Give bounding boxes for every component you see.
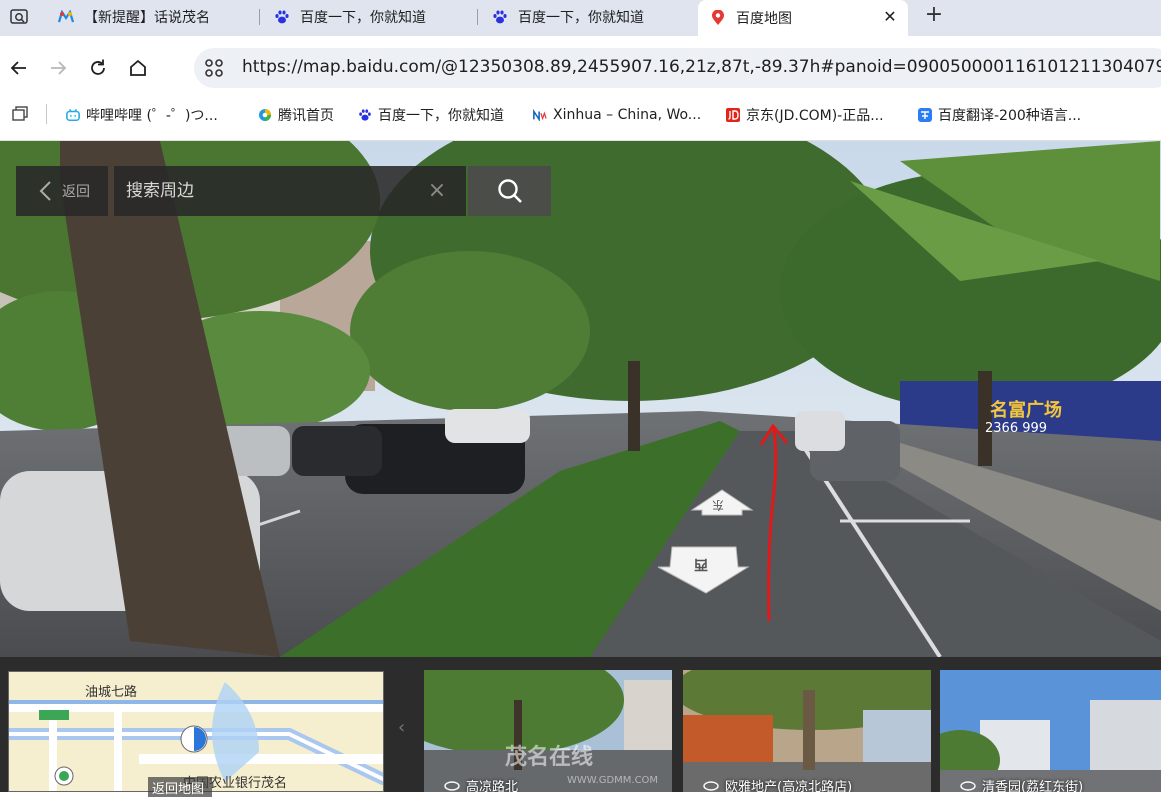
mini-map-road-label: 油城七路 [85, 685, 138, 700]
bookmark-baidu[interactable]: 百度一下，你就知道 [358, 104, 504, 126]
tab-baidu-2[interactable]: 百度一下，你就知道 [480, 0, 694, 34]
chevron-left-icon[interactable]: ‹ [398, 717, 405, 738]
tab-strip: 【新提醒】话说茂名 百度一下，你就知道 百度一下，你就知道 百度地图 ✕ + [0, 0, 1161, 36]
search-icon [497, 179, 522, 203]
rotate-360-icon [703, 780, 719, 791]
tab-baidu-map[interactable]: 百度地图 ✕ [698, 0, 908, 36]
tab-separator [259, 9, 260, 25]
tab-title: 百度地图 [736, 11, 792, 27]
street-view-panorama[interactable]: 名富广场 2366 999 东 西 [0, 141, 1161, 657]
tab-maoming[interactable]: 【新提醒】话说茂名 [46, 0, 260, 34]
thumbnail-caption: 欧雅地产(高凉北路店) [703, 776, 852, 792]
back-button[interactable]: 返回 [16, 166, 108, 216]
thumbnail-image [683, 670, 931, 792]
maoming-favicon [58, 9, 74, 25]
red-route-arrow [759, 423, 789, 622]
bookmark-label: 百度一下，你就知道 [378, 108, 504, 124]
arrow-west-button[interactable]: 西 [656, 545, 750, 595]
pano-thumbnail-1[interactable]: 高凉路北 [424, 670, 672, 792]
toolbar: https://map.baidu.com/@12350308.89,24559… [0, 36, 1161, 96]
bookmark-label: 哔哩哔哩 (゜-゜)つ... [86, 108, 218, 124]
tencent-icon [258, 108, 272, 122]
back-to-map-button[interactable]: 返回地图 [148, 777, 213, 797]
tab-separator [477, 9, 478, 25]
address-bar[interactable]: https://map.baidu.com/@12350308.89,24559… [194, 48, 1161, 88]
bookmark-xinhua[interactable]: Xinhua – China, Wo... [533, 104, 701, 126]
bookmark-label: 京东(JD.COM)-正品... [746, 108, 884, 124]
home-button[interactable] [126, 56, 150, 80]
panorama-bottom-strip: 油城七路 中国农业银行茂名 返回地图 ‹ 高凉路北 欧雅地产(高凉北路店) 清香… [0, 657, 1161, 797]
site-info-icon[interactable] [204, 58, 224, 78]
new-tab-button[interactable]: + [922, 4, 946, 28]
billboard-brand: 名富广场 [990, 400, 1062, 421]
pano-thumbnail-2[interactable]: 欧雅地产(高凉北路店) [683, 670, 931, 792]
bilibili-icon [66, 108, 80, 122]
pano-thumbnail-3[interactable]: 清香园(荔红东街) [940, 670, 1161, 792]
arrow-east-label: 东 [712, 498, 725, 512]
site-watermark-url: WWW.GDMM.COM [567, 775, 659, 786]
xinhua-icon [533, 108, 547, 122]
thumbnail-caption: 高凉路北 [444, 776, 518, 792]
bookmark-bilibili[interactable]: 哔哩哔哩 (゜-゜)つ... [66, 104, 218, 126]
baidu-paw-icon [274, 9, 290, 25]
clear-icon[interactable]: × [426, 180, 448, 202]
back-label: 返回 [62, 184, 90, 200]
forward-button[interactable] [46, 56, 70, 80]
jd-icon [726, 108, 740, 122]
bookmarks-divider [46, 104, 47, 124]
search-button[interactable] [468, 166, 551, 216]
tab-title: 百度一下，你就知道 [300, 10, 426, 26]
bookmark-baidu-translate[interactable]: 百度翻译-200种语言... [918, 104, 1081, 126]
thumbnail-caption-text: 欧雅地产(高凉北路店) [725, 780, 853, 792]
arrow-east-button[interactable]: 东 [690, 488, 754, 516]
panorama-search-bar: 返回 × [16, 166, 551, 216]
baidu-paw-icon [358, 108, 372, 122]
close-tab-icon[interactable]: ✕ [882, 9, 898, 25]
thumbnail-caption-text: 清香园(荔红东街) [982, 780, 1084, 792]
bookmarks-bar: 哔哩哔哩 (゜-゜)つ... 腾讯首页 百度一下，你就知道 Xinhua – C… [0, 96, 1161, 141]
bookmark-jd[interactable]: 京东(JD.COM)-正品... [726, 104, 884, 126]
arrow-west-label: 西 [694, 556, 708, 572]
tab-groups-icon[interactable] [12, 106, 28, 122]
tab-baidu-1[interactable]: 百度一下，你就知道 [262, 0, 476, 34]
tab-title: 【新提醒】话说茂名 [84, 10, 210, 26]
tab-title: 百度一下，你就知道 [518, 10, 644, 26]
bookmark-tencent[interactable]: 腾讯首页 [258, 104, 334, 126]
thumbnail-image [940, 670, 1161, 792]
back-to-map-label: 返回地图 [152, 781, 205, 797]
baidu-translate-icon [918, 108, 932, 122]
url-text[interactable]: https://map.baidu.com/@12350308.89,24559… [242, 57, 1161, 77]
tab-search-icon[interactable] [6, 4, 32, 30]
thumbnail-image [424, 670, 672, 792]
bookmark-label: 百度翻译-200种语言... [938, 108, 1082, 124]
chevron-left-icon [39, 181, 51, 201]
baidu-paw-icon [492, 9, 508, 25]
thumbnail-caption: 清香园(荔红东街) [960, 776, 1083, 792]
rotate-360-icon [960, 780, 976, 791]
mini-map[interactable]: 油城七路 中国农业银行茂名 [8, 671, 384, 792]
billboard-phone: 2366 999 [985, 421, 1048, 436]
bookmark-label: 腾讯首页 [278, 108, 334, 124]
map-pin-icon [710, 10, 726, 26]
back-button[interactable] [7, 56, 31, 80]
bookmark-label: Xinhua – China, Wo... [553, 107, 702, 123]
thumbnail-caption-text: 高凉路北 [466, 780, 519, 792]
street-scene-image [0, 141, 1161, 657]
rotate-360-icon [444, 780, 460, 791]
reload-button[interactable] [86, 56, 110, 80]
site-watermark: 茂名在线 [505, 745, 594, 770]
search-nearby-input[interactable] [114, 166, 466, 216]
